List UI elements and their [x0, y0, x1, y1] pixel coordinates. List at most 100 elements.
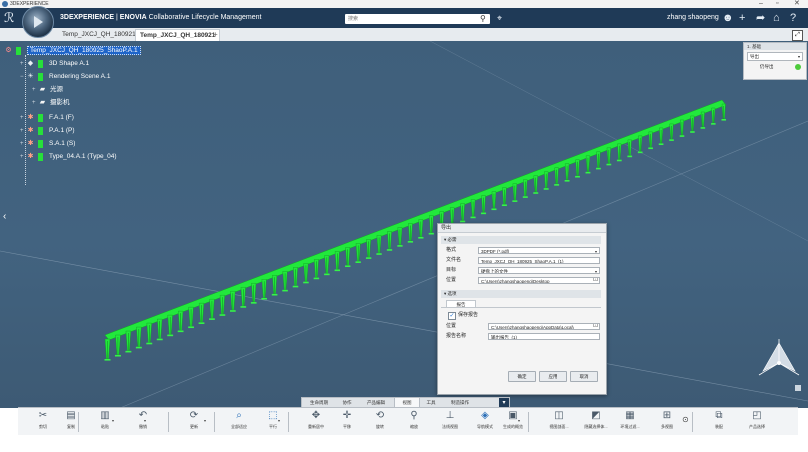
- tab-document-1[interactable]: Temp_JXCJ_QH_180921: [58, 29, 140, 41]
- tree-root[interactable]: ⚙ Temp_JXCJ_QH_180925_ShaoP.A.1: [4, 46, 141, 56]
- app-title: 3DEXPERIENCE | ENOVIA Collaborative Life…: [60, 14, 262, 21]
- folder-open-icon[interactable]: ⊡: [593, 324, 598, 329]
- normal-view-button[interactable]: ⊥ 法线视图: [435, 409, 465, 435]
- user-name[interactable]: zhang shaopeng: [667, 8, 719, 28]
- tag-icon[interactable]: ⌖: [497, 12, 502, 24]
- help-icon[interactable]: ?: [790, 10, 796, 26]
- multi-view-button[interactable]: ⊞ 多视图: [652, 409, 682, 435]
- render-scene-icon: ☀: [27, 73, 34, 80]
- apply-button[interactable]: 应用: [539, 371, 567, 382]
- minimize-button[interactable]: –: [759, 0, 763, 8]
- close-button[interactable]: ✕: [794, 0, 800, 8]
- update-icon: ⟳: [189, 410, 199, 421]
- section-required-header[interactable]: ▾ 必需: [441, 236, 601, 244]
- chevron-down-icon[interactable]: ▾: [518, 418, 520, 423]
- target-select[interactable]: 硬盘上的文件 ▾: [478, 267, 600, 274]
- tree-item[interactable]: + ✱ P.A.1 (P): [20, 126, 75, 136]
- hanger-element: [261, 279, 267, 300]
- user-avatar-icon[interactable]: ☻: [722, 10, 734, 26]
- view-mode-label: 视图剖面...: [549, 424, 569, 429]
- hanger-element: [585, 155, 591, 174]
- status-area: [0, 435, 808, 452]
- zoom-button[interactable]: ⚲ 缩放: [399, 409, 429, 435]
- reframe-button[interactable]: ✥ 重新居中: [301, 409, 331, 435]
- tree-item[interactable]: + ▰ 光源: [32, 85, 63, 95]
- hanger-element: [177, 310, 184, 333]
- location-input[interactable]: C:\Users\zhangshaopeng\Desktop ⊡: [478, 277, 600, 284]
- zoom-label: 缩放: [410, 424, 418, 429]
- chevron-down-icon[interactable]: ▾: [204, 418, 206, 423]
- report-location-input[interactable]: C:\Users\zhangshaopeng\AppData\Local\ ⊡: [488, 323, 600, 330]
- nav-mode-icon: ◈: [481, 410, 489, 421]
- location-label: 位置: [446, 277, 457, 283]
- tree-item[interactable]: + ✱ Type_04.A.1 (Type_04): [20, 152, 117, 162]
- folder-open-icon[interactable]: ⊡: [593, 278, 598, 283]
- rotate-label: 旋转: [376, 424, 384, 429]
- report-name-label: 报告名称: [446, 333, 467, 339]
- paste-button[interactable]: ▥ 粘贴: [90, 409, 120, 435]
- fit-all-button[interactable]: ⌕ 全部适应: [224, 409, 254, 435]
- status-green-icon: [38, 127, 43, 135]
- selection-button[interactable]: ◩ 隐藏选择体...: [581, 409, 611, 435]
- search-icon[interactable]: ⚲: [480, 14, 486, 24]
- tree-item[interactable]: − ☀ Rendering Scene A.1: [20, 72, 110, 82]
- home-icon[interactable]: ⌂: [773, 10, 780, 26]
- fit-all-label: 全部适应: [231, 424, 247, 429]
- more-tools-icon[interactable]: ⊙: [682, 415, 689, 424]
- assembly-button[interactable]: ⧉ 装配: [704, 409, 734, 435]
- undo-icon: ↶: [138, 410, 148, 421]
- ok-button[interactable]: 确定: [508, 371, 536, 382]
- share-icon[interactable]: ➦: [756, 10, 765, 26]
- save-report-checkbox[interactable]: ✓: [448, 312, 456, 320]
- compass-button[interactable]: [22, 6, 54, 38]
- filename-input[interactable]: Temp_JXCJ_QH_180925_ShaoP.A.1_(1): [478, 257, 600, 264]
- hanger-element: [616, 143, 622, 162]
- undo-button[interactable]: ↶ 撤销: [128, 409, 158, 435]
- axis-compass[interactable]: [755, 333, 803, 393]
- status-green-icon: [38, 140, 43, 148]
- add-icon[interactable]: +: [739, 10, 745, 26]
- cancel-button[interactable]: 取消: [570, 371, 598, 382]
- rotate-button[interactable]: ⟲ 旋转: [365, 409, 395, 435]
- tree-item[interactable]: + ▰ 摄影机: [32, 98, 70, 108]
- cut-button[interactable]: ✂ 剪切: [28, 409, 58, 435]
- collapse-panel-icon[interactable]: ‹: [3, 211, 6, 222]
- multi-view-label: 多视图: [661, 424, 673, 429]
- tree-item[interactable]: + ◆ 3D Shape A.1: [20, 59, 89, 69]
- env-icon: ▦: [625, 410, 635, 421]
- product-select-button[interactable]: ◰ 产品选择: [742, 409, 772, 435]
- maximize-button[interactable]: ▫: [776, 0, 778, 8]
- chevron-down-icon[interactable]: ▾: [112, 418, 114, 423]
- copy-button[interactable]: ▤ 复制: [56, 409, 86, 435]
- multi-view-icon: ⊞: [662, 410, 672, 421]
- document-tabs: Temp_JXCJ_QH_180921 Temp_JXCJ_QH_180921 …: [0, 28, 808, 42]
- chevron-down-icon[interactable]: ▾: [278, 418, 280, 423]
- translate-button[interactable]: ✛ 平移: [332, 409, 362, 435]
- hanger-element: [376, 235, 382, 255]
- hanger-element: [512, 183, 518, 202]
- render-style-button[interactable]: ▣ 生成的概览: [498, 409, 528, 435]
- search-input[interactable]: [345, 14, 471, 24]
- expand-icon[interactable]: ⤢: [792, 30, 803, 41]
- search-box[interactable]: [345, 14, 490, 24]
- tree-item[interactable]: + ✱ S.A.1 (S): [20, 139, 75, 149]
- section-options-header[interactable]: ▾ 选项: [441, 290, 601, 298]
- hanger-element: [501, 187, 507, 207]
- 3d-scene[interactable]: [0, 41, 808, 408]
- 3d-viewport[interactable]: ⚙ Temp_JXCJ_QH_180925_ShaoP.A.1 + ◆ 3D Shap…: [0, 41, 808, 408]
- mini-panel-row[interactable]: 仍导出: [747, 63, 803, 71]
- pan-button[interactable]: ⬚ 平行: [258, 409, 288, 435]
- chevron-down-icon[interactable]: ▾: [144, 418, 146, 423]
- add-tab-button[interactable]: +: [213, 28, 218, 41]
- ds-logo-icon[interactable]: ℛ: [4, 11, 14, 25]
- report-name-input[interactable]: 输出报告_(1): [488, 333, 600, 340]
- view-mode-button[interactable]: ◫ 视图剖面...: [544, 409, 574, 435]
- tree-item[interactable]: + ✱ F.A.1 (F): [20, 113, 74, 123]
- env-button[interactable]: ▦ 环境过滤...: [615, 409, 645, 435]
- hanger-element: [700, 111, 706, 129]
- format-select[interactable]: 3DPDF (*.pdf) ▾: [478, 247, 600, 254]
- nav-mode-button[interactable]: ◈ 导航模式: [470, 409, 500, 435]
- product-icon: ⚙: [5, 47, 12, 54]
- mini-panel-select[interactable]: 导出 ▾: [747, 52, 803, 61]
- hanger-element: [575, 159, 580, 178]
